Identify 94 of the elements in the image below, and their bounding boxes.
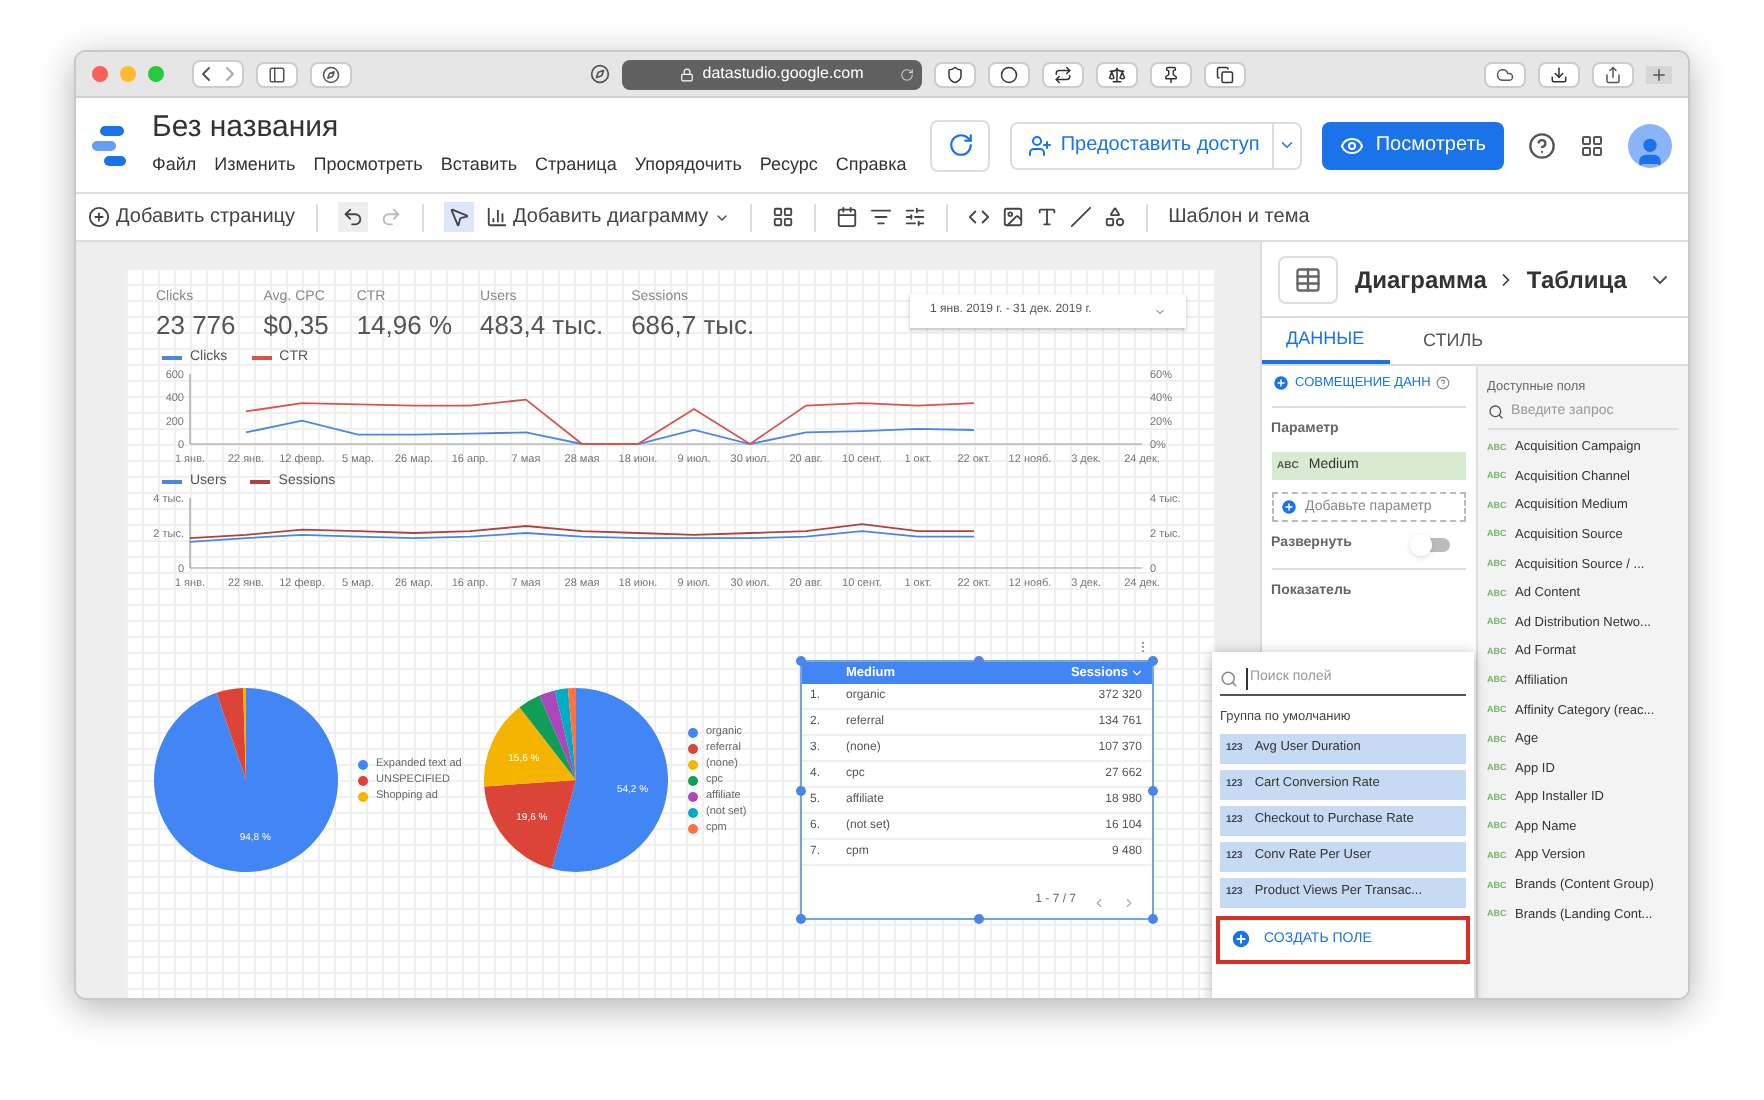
circle-icon [1000,65,1018,83]
code-icon[interactable] [968,206,991,228]
sidebar-button[interactable] [256,61,298,87]
resize-handle[interactable] [1148,656,1158,666]
add-chart-button[interactable]: Добавить диаграмму [485,202,731,232]
extension-button[interactable] [1204,61,1246,87]
scorecard-value: $0,35 [263,309,329,339]
menu-item[interactable]: Файл [152,152,197,180]
add-person-icon [1028,133,1053,157]
undo-button[interactable] [337,202,368,232]
resize-handle[interactable] [796,914,806,924]
address-bar[interactable]: datastudio.google.com [622,59,922,89]
scorecard-value: 483,4 тыс. [480,309,604,339]
pointer-icon [447,206,470,228]
pin-icon [1162,65,1180,83]
toggle-switch[interactable] [1413,538,1450,552]
help-icon[interactable] [1528,131,1556,159]
menu-item[interactable]: Вставить [440,152,518,180]
plus-icon [88,206,110,228]
breadcrumb-item: Диаграмма [1355,263,1487,297]
resize-handle[interactable] [1148,914,1158,924]
extension-button[interactable] [1042,61,1084,87]
search-icon [1487,404,1504,421]
cloud-icon [1496,65,1514,83]
plus-icon [1279,498,1298,517]
sort-icon[interactable] [1130,666,1144,680]
bar-chart-icon [485,206,508,228]
share-access-button[interactable]: Предоставить доступ [1010,121,1302,169]
extension-button[interactable] [1096,61,1138,87]
filter-icon[interactable] [870,206,893,228]
sidebar-icon [268,65,286,83]
scorecard-value: 686,7 тыс. [631,309,755,339]
line-icon[interactable] [1070,206,1093,228]
panel-tab[interactable]: СТИЛЬ [1389,318,1518,364]
avatar[interactable] [1628,123,1672,167]
select-button[interactable] [443,202,474,232]
compass-icon [322,65,340,83]
download-button[interactable] [1538,61,1580,87]
resize-handle[interactable] [796,656,806,666]
help-icon[interactable] [1436,376,1451,391]
compass-icon[interactable] [590,64,610,84]
apps-icon[interactable] [1580,133,1604,157]
extension-button[interactable] [310,61,352,87]
resize-handle[interactable] [974,656,984,666]
shield-icon [946,65,964,83]
menu-item[interactable]: Просмотреть [313,152,423,180]
refresh-icon [947,132,974,158]
new-tab-button[interactable] [1646,65,1672,83]
search-icon [1220,670,1238,688]
download-icon [1550,65,1568,83]
eye-icon [1339,133,1364,157]
controls-icon[interactable] [772,206,795,228]
text-icon[interactable] [1036,206,1059,228]
scorecard-value: 14,96 % [356,309,453,339]
menu-item[interactable]: Изменить [214,152,296,180]
lock-icon [680,67,695,81]
menu-item[interactable]: Страница [535,152,617,180]
share-button[interactable] [1592,61,1634,87]
caret-icon [1154,305,1166,317]
calendar-icon[interactable] [836,206,859,228]
scorecard-value: 23 776 [156,309,236,339]
image-icon[interactable] [1002,206,1025,228]
undo-icon [341,206,364,228]
resize-handle[interactable] [974,914,984,924]
sliders-icon[interactable] [904,206,927,228]
scale-icon [1108,65,1126,83]
extension-button[interactable] [934,61,976,87]
view-button[interactable]: Посмотреть [1321,121,1504,169]
share-icon [1604,65,1622,83]
plus-icon [1230,928,1252,951]
reload-icon[interactable] [900,67,914,81]
table-icon [1291,265,1324,293]
theme-button[interactable]: Шаблон и тема [1168,202,1310,232]
report-title[interactable]: Без названия [152,110,907,147]
resize-handle[interactable] [796,786,806,796]
plus-icon [1650,65,1668,83]
add-page-button[interactable]: Добавить страницу [88,202,296,232]
person-icon [1634,135,1666,167]
url-text: datastudio.google.com [702,62,864,86]
refresh-button[interactable] [930,119,991,171]
resize-handle[interactable] [1148,786,1158,796]
copy-icon [1216,65,1234,83]
repeat-icon [1054,65,1072,83]
plus-icon [1271,374,1290,393]
menu-item[interactable]: Справка [835,152,907,180]
shapes-icon[interactable] [1104,206,1127,228]
breadcrumb-item: Таблица [1526,263,1627,297]
extension-button[interactable] [1150,61,1192,87]
menu-item[interactable]: Ресурс [759,152,818,180]
cloud-button[interactable] [1484,61,1526,87]
menu-item[interactable]: Упорядочить [634,152,742,180]
logo-icon[interactable] [92,123,128,167]
caret-icon[interactable] [1277,136,1296,154]
extension-button[interactable] [988,61,1030,87]
